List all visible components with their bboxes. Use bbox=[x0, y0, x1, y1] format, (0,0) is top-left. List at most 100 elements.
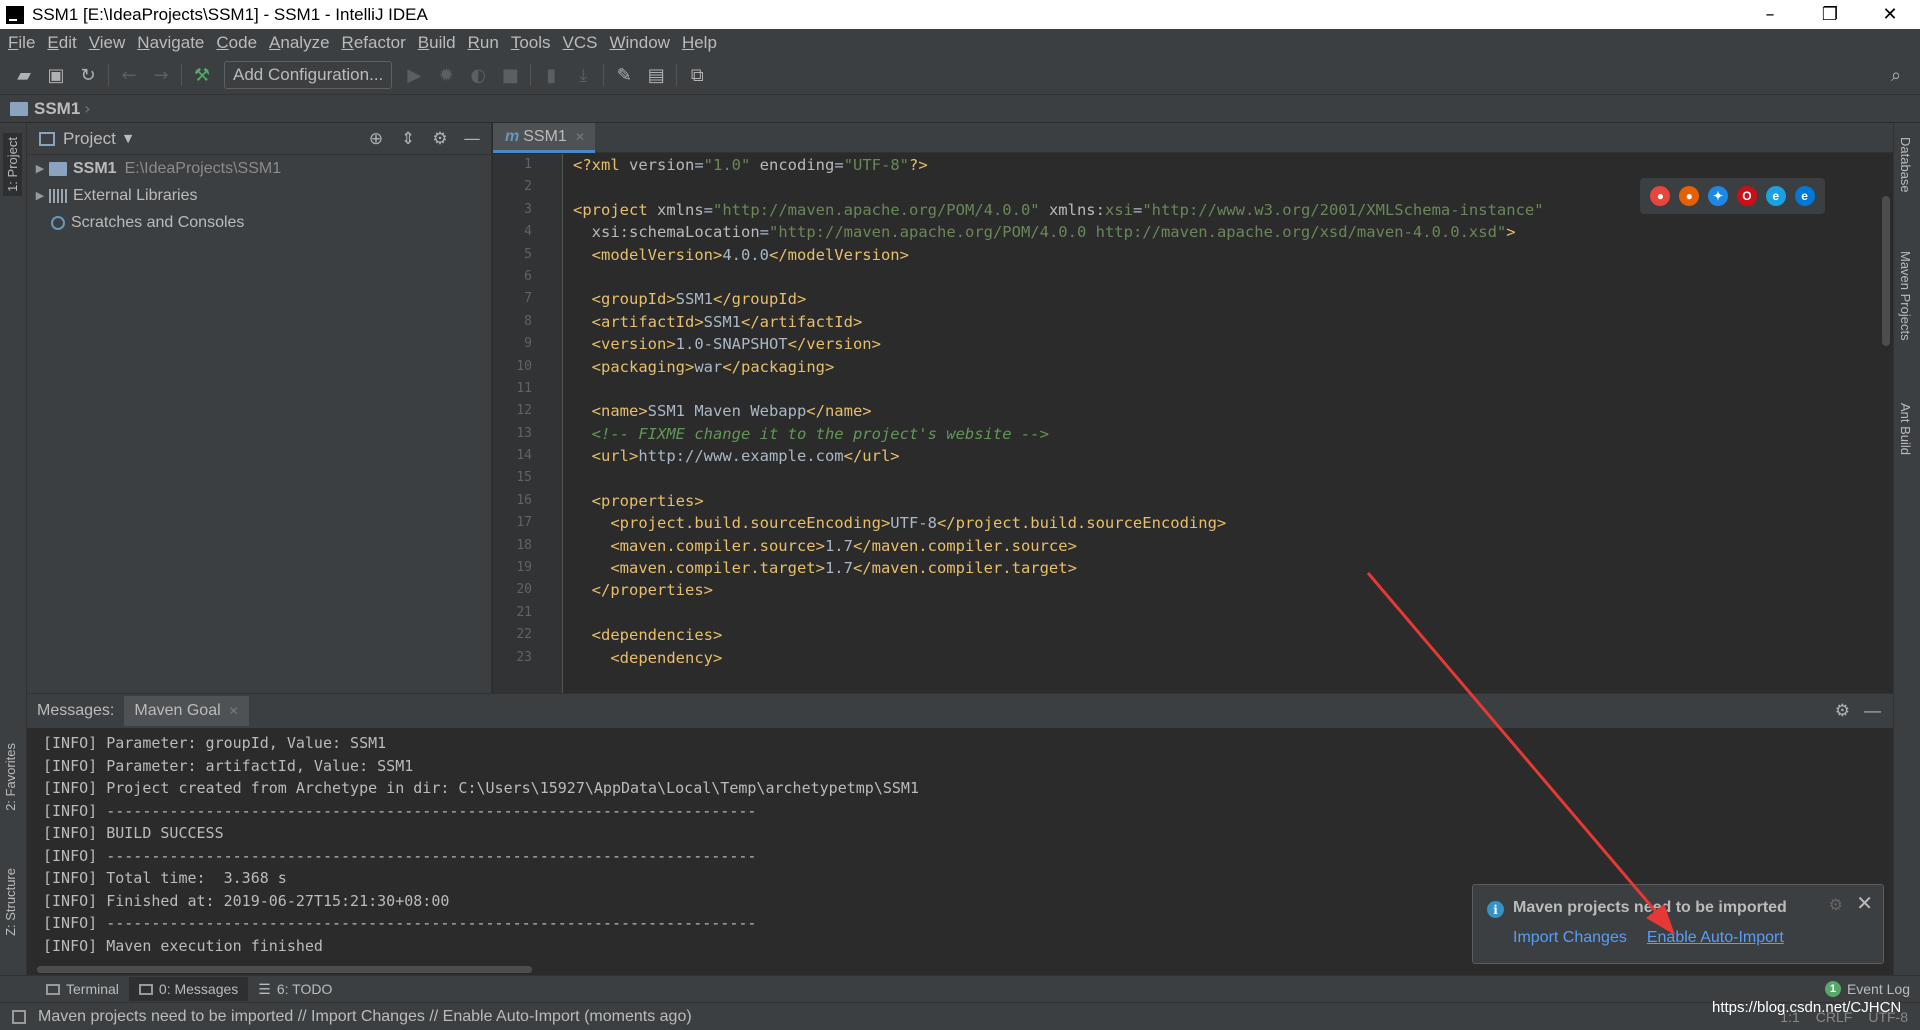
menu-navigate[interactable]: Navigate bbox=[132, 33, 211, 53]
code-line: <dependency> bbox=[573, 648, 723, 667]
ie-icon[interactable]: e bbox=[1765, 186, 1786, 206]
tree-item-ssm1[interactable]: ▶ SSM1 E:\IdeaProjects\SSM1 bbox=[27, 155, 491, 182]
opera-icon[interactable]: O bbox=[1736, 186, 1757, 206]
editor-tab-bar: m SSM1 ✕ bbox=[493, 123, 1893, 153]
code-area[interactable]: <?xml version="1.0" encoding="UTF-8"?> <… bbox=[573, 154, 1863, 693]
editor-tab-ssm1[interactable]: m SSM1 ✕ bbox=[493, 123, 595, 153]
build-hammer-icon[interactable]: ⚒ bbox=[186, 60, 218, 90]
edge-icon[interactable]: e bbox=[1794, 186, 1815, 206]
gear-icon[interactable]: ⚙ bbox=[1829, 895, 1843, 914]
menu-tools[interactable]: Tools bbox=[506, 33, 558, 53]
bottom-tool-tabs: Terminal 0: Messages ☰ 6: TODO 1 Event L… bbox=[0, 975, 1920, 1002]
code-line: <artifactId>SSM1</artifactId> bbox=[573, 312, 863, 331]
editor-scroll-thumb[interactable] bbox=[1882, 196, 1890, 346]
tree-item-external-libraries[interactable]: ▶ External Libraries bbox=[27, 182, 491, 209]
menu-file[interactable]: File bbox=[3, 33, 42, 53]
import-changes-link[interactable]: Import Changes bbox=[1513, 929, 1627, 947]
stop-icon[interactable]: ■ bbox=[494, 60, 526, 90]
tab-event-log-label: Event Log bbox=[1846, 981, 1910, 997]
close-tab-icon[interactable]: ✕ bbox=[575, 130, 585, 144]
menu-edit[interactable]: Edit bbox=[42, 33, 83, 53]
locate-target-icon[interactable]: ⊕ bbox=[365, 129, 387, 149]
menu-build[interactable]: Build bbox=[413, 33, 463, 53]
line-number: 16 bbox=[516, 492, 532, 508]
firefox-icon[interactable]: ● bbox=[1679, 186, 1700, 206]
gear-icon[interactable]: ⚙ bbox=[429, 129, 451, 149]
console-line: [INFO] Parameter: artifactId, Value: SSM… bbox=[43, 756, 414, 775]
tab-maven-goal[interactable]: Maven Goal ✕ bbox=[124, 696, 249, 726]
code-line: <!-- FIXME change it to the project's we… bbox=[573, 424, 1049, 443]
expand-arrow-icon[interactable]: ▶ bbox=[31, 162, 49, 175]
tab-messages[interactable]: 0: Messages bbox=[128, 977, 249, 1001]
project-view-selector[interactable]: Project bbox=[63, 129, 116, 149]
hide-panel-icon[interactable]: — bbox=[1864, 701, 1881, 721]
menu-vcs[interactable]: VCS bbox=[558, 33, 605, 53]
menu-analyze[interactable]: Analyze bbox=[264, 33, 336, 53]
menu-refactor[interactable]: Refactor bbox=[337, 33, 413, 53]
tool-tab-project[interactable]: 1: Project bbox=[3, 133, 22, 196]
coverage-icon[interactable]: ◐ bbox=[462, 60, 494, 90]
project-structure-icon[interactable]: ▤ bbox=[640, 60, 672, 90]
tool-tab-structure[interactable]: Z: Structure bbox=[3, 868, 18, 936]
tab-todo[interactable]: ☰ 6: TODO bbox=[248, 977, 342, 1002]
tab-terminal[interactable]: Terminal bbox=[36, 977, 129, 1001]
code-line: xsi:schemaLocation="http://maven.apache.… bbox=[573, 223, 1516, 242]
line-number: 2 bbox=[524, 179, 532, 195]
code-line: </properties> bbox=[573, 581, 713, 600]
menu-code[interactable]: Code bbox=[211, 33, 264, 53]
console-horizontal-scrollbar[interactable] bbox=[37, 966, 532, 973]
settings-wrench-icon[interactable]: ✎ bbox=[608, 60, 640, 90]
sdk-manager-icon[interactable]: ⧉ bbox=[681, 60, 713, 90]
menu-view[interactable]: View bbox=[84, 33, 133, 53]
tree-item-label: SSM1 bbox=[73, 159, 117, 177]
save-all-icon[interactable]: ▣ bbox=[40, 60, 72, 90]
menu-run[interactable]: Run bbox=[463, 33, 506, 53]
add-configuration-button[interactable]: Add Configuration... bbox=[224, 61, 393, 89]
tool-tab-favorites[interactable]: 2: Favorites bbox=[3, 743, 18, 811]
forward-icon[interactable]: → bbox=[145, 60, 177, 90]
close-tab-icon[interactable]: ✕ bbox=[229, 704, 239, 718]
open-folder-icon[interactable]: ▰ bbox=[8, 60, 40, 90]
chrome-icon[interactable]: ● bbox=[1650, 186, 1671, 206]
menu-help[interactable]: Help bbox=[677, 33, 724, 53]
close-icon[interactable]: ✕ bbox=[1856, 891, 1873, 915]
tool-tab-ant-build[interactable]: Ant Build bbox=[1898, 403, 1913, 455]
code-line: <maven.compiler.source>1.7</maven.compil… bbox=[573, 536, 1077, 555]
line-number: 10 bbox=[516, 358, 532, 374]
status-message[interactable]: Maven projects need to be imported // Im… bbox=[38, 1008, 692, 1026]
sync-icon[interactable]: ↻ bbox=[72, 60, 104, 90]
run-icon[interactable]: ▶ bbox=[398, 60, 430, 90]
line-number: 13 bbox=[516, 425, 532, 441]
tree-item-scratches[interactable]: Scratches and Consoles bbox=[27, 209, 491, 236]
enable-auto-import-link[interactable]: Enable Auto-Import bbox=[1647, 929, 1784, 947]
hide-panel-icon[interactable]: — bbox=[461, 129, 483, 149]
safari-icon[interactable]: ✦ bbox=[1708, 186, 1729, 206]
toolbar-separator bbox=[181, 64, 182, 86]
maximize-button[interactable]: ❐ bbox=[1800, 0, 1860, 29]
editor-scrollbar[interactable] bbox=[1879, 154, 1893, 693]
tab-event-log[interactable]: 1 Event Log bbox=[1824, 981, 1910, 997]
debug-icon[interactable]: ✹ bbox=[430, 60, 462, 90]
vcs-update-icon[interactable]: ▮ bbox=[535, 60, 567, 90]
messages-title: Messages: bbox=[37, 702, 115, 719]
back-icon[interactable]: ← bbox=[113, 60, 145, 90]
search-everywhere-icon[interactable]: ⌕ bbox=[1880, 60, 1912, 90]
console-line: [INFO] ---------------------------------… bbox=[43, 801, 757, 820]
collapse-all-icon[interactable]: ⇕ bbox=[397, 129, 419, 149]
line-number: 1 bbox=[524, 157, 532, 172]
breadcrumb-project[interactable]: SSM1 bbox=[34, 99, 80, 119]
tool-tab-maven-projects[interactable]: Maven Projects bbox=[1898, 251, 1913, 341]
gear-icon[interactable]: ⚙ bbox=[1835, 701, 1850, 721]
line-number: 17 bbox=[516, 515, 532, 531]
folder-icon bbox=[10, 101, 28, 116]
expand-arrow-icon[interactable]: ▶ bbox=[31, 189, 49, 202]
close-window-button[interactable]: ✕ bbox=[1860, 0, 1920, 29]
minimize-button[interactable]: – bbox=[1740, 0, 1800, 29]
toggle-tool-windows-icon[interactable] bbox=[12, 1009, 26, 1024]
tool-tab-structure-label: Z: Structure bbox=[3, 868, 18, 936]
tool-tab-database[interactable]: Database bbox=[1898, 137, 1913, 193]
menu-window[interactable]: Window bbox=[604, 33, 676, 53]
chevron-down-icon[interactable]: ▼ bbox=[124, 132, 132, 145]
toolbar-separator bbox=[676, 64, 678, 86]
vcs-commit-icon[interactable]: ⤓ bbox=[567, 60, 599, 90]
